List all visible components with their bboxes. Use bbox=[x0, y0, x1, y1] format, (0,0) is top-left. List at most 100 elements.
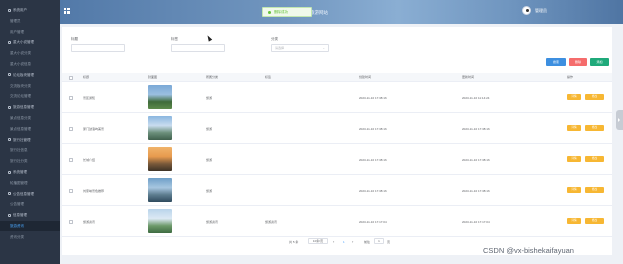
category-placeholder: 请选择 bbox=[275, 46, 285, 50]
edit-button[interactable]: 修改 bbox=[585, 156, 604, 162]
cover-image bbox=[148, 116, 172, 140]
title-filter-input[interactable] bbox=[71, 44, 125, 52]
sidebar-item-label: 景点信息管理 bbox=[10, 126, 31, 131]
sidebar-item[interactable]: 系统管理 bbox=[0, 167, 60, 177]
row-checkbox[interactable] bbox=[69, 95, 73, 100]
row-updated: 2023-11-10 17:17:04 bbox=[462, 220, 490, 224]
sidebar-item-label: 轮播图管理 bbox=[10, 180, 28, 185]
next-page-icon[interactable]: › bbox=[352, 239, 353, 244]
sidebar-item[interactable]: 旅行社管理 bbox=[0, 135, 60, 145]
sidebar-item[interactable]: 公告信息管理 bbox=[0, 189, 60, 199]
detail-button[interactable]: 详情 bbox=[567, 125, 581, 131]
sidebar-item-label: 资讯分类 bbox=[10, 234, 24, 239]
sidebar-item[interactable]: 管理员 bbox=[0, 16, 60, 26]
row-category: 旅游资讯 bbox=[206, 220, 219, 224]
sidebar-item[interactable]: 交流论坛管理 bbox=[0, 91, 60, 101]
success-toast: 删除成功 bbox=[262, 7, 312, 17]
row-category: 旅游 bbox=[206, 96, 213, 100]
avatar[interactable] bbox=[522, 6, 531, 15]
row-title: 长城介绍 bbox=[83, 158, 96, 162]
detail-button[interactable]: 详情 bbox=[567, 218, 581, 224]
row-checkbox[interactable] bbox=[69, 157, 73, 162]
column-tag[interactable]: 标签 bbox=[265, 73, 271, 82]
collapse-tab-icon[interactable] bbox=[616, 110, 623, 130]
watermark: CSDN @vx-bishekaifayuan bbox=[483, 246, 574, 255]
delete-button[interactable]: 删除 bbox=[569, 58, 587, 66]
menu-group-icon bbox=[8, 73, 11, 77]
sidebar-item-label: 交流论坛管理 bbox=[10, 94, 31, 99]
menu-group-icon bbox=[8, 213, 11, 217]
column-category[interactable]: 所属分类 bbox=[206, 73, 218, 82]
menu-group-icon bbox=[8, 105, 11, 109]
username[interactable]: 管理员 bbox=[535, 8, 547, 14]
row-updated: 2023-11-10 17:38:16 bbox=[462, 189, 490, 193]
menu-toggle-icon[interactable] bbox=[64, 8, 70, 14]
sidebar-item-label: 交流板块分类 bbox=[10, 83, 31, 88]
sidebar-item-label: 系统管理 bbox=[13, 170, 27, 174]
row-updated: 2023-11-10 11:14:24 bbox=[462, 96, 490, 100]
menu-group-icon bbox=[8, 40, 11, 44]
page-size-select[interactable]: 10条/页 bbox=[308, 238, 328, 244]
row-created: 2023-11-10 17:38:16 bbox=[359, 127, 387, 131]
detail-button[interactable]: 详情 bbox=[567, 156, 581, 162]
column-updated[interactable]: 更新时间 bbox=[462, 73, 474, 82]
sidebar-item[interactable]: 旅行社信息 bbox=[0, 145, 60, 155]
column-title[interactable]: 标题 bbox=[83, 73, 89, 82]
prev-page-icon[interactable]: ‹ bbox=[333, 239, 334, 244]
page-suffix: 页 bbox=[387, 240, 391, 244]
edit-button[interactable]: 修改 bbox=[585, 218, 604, 224]
column-created[interactable]: 创建时间 bbox=[359, 73, 371, 82]
sidebar-item[interactable]: 景点信息分类 bbox=[0, 113, 60, 123]
success-icon bbox=[268, 10, 271, 14]
sidebar-item[interactable]: 景点信息管理 bbox=[0, 124, 60, 134]
sidebar-item[interactable]: 旅游信息管理 bbox=[0, 102, 60, 112]
row-checkbox[interactable] bbox=[69, 126, 73, 131]
menu-group-icon bbox=[8, 8, 11, 12]
sidebar-item[interactable]: 轮播图管理 bbox=[0, 178, 60, 188]
add-button[interactable]: 添加 bbox=[590, 58, 609, 66]
sidebar-item-label: 旅行社信息 bbox=[10, 148, 28, 153]
sidebar-item[interactable]: 信息管理 bbox=[0, 210, 60, 220]
toast-text: 删除成功 bbox=[274, 10, 288, 14]
detail-button[interactable]: 详情 bbox=[567, 94, 581, 100]
sidebar-item-label: 旅行社管理 bbox=[13, 137, 31, 142]
edit-button[interactable]: 修改 bbox=[585, 187, 604, 193]
current-page[interactable]: 1 bbox=[343, 240, 345, 244]
table-row: 厦门鼓浪屿美景 旅游 2023-11-10 17:38:16 2023-11-10 1… bbox=[62, 113, 612, 144]
site-title: 旅游网站 bbox=[310, 10, 328, 15]
sidebar-item[interactable]: 公告管理 bbox=[0, 199, 60, 209]
sidebar-item-label: 重大小说信息 bbox=[10, 62, 31, 66]
table-row: 长城介绍 旅游 2023-11-10 17:38:16 2023-11-10 17:3… bbox=[62, 144, 612, 175]
detail-button[interactable]: 详情 bbox=[567, 187, 581, 193]
sidebar-item[interactable]: 重大小说管理 bbox=[0, 37, 60, 47]
sidebar-item-label: 重大小说分类 bbox=[10, 51, 31, 56]
category-filter-select[interactable]: 请选择 ⌄ bbox=[271, 44, 329, 52]
sidebar-item[interactable]: 重大小说信息 bbox=[0, 59, 60, 69]
sidebar-item[interactable]: 交流板块分类 bbox=[0, 81, 60, 91]
sidebar-item[interactable]: 资讯分类 bbox=[0, 232, 60, 242]
sidebar-item[interactable]: 用户管理 bbox=[0, 27, 60, 37]
row-checkbox[interactable] bbox=[69, 188, 73, 193]
chevron-down-icon: ⌄ bbox=[322, 46, 325, 50]
search-button[interactable]: 搜索 bbox=[546, 58, 566, 66]
row-checkbox[interactable] bbox=[69, 219, 73, 224]
sidebar-item[interactable]: 旅行社分类 bbox=[0, 156, 60, 166]
row-category: 旅游 bbox=[206, 158, 213, 162]
tag-filter-label: 标签 bbox=[171, 37, 178, 41]
goto-page-input[interactable]: 1 bbox=[374, 238, 384, 244]
select-all-checkbox[interactable] bbox=[69, 75, 73, 80]
row-title: 景区通知 bbox=[83, 96, 96, 100]
sidebar-item-label: 旅游资讯 bbox=[10, 224, 24, 228]
sidebar-item[interactable]: 旅游资讯 bbox=[0, 221, 60, 231]
sidebar-item[interactable]: 论坛板块管理 bbox=[0, 70, 60, 80]
sidebar-item-label: 景点信息分类 bbox=[10, 116, 31, 120]
row-created: 2023-11-10 17:17:04 bbox=[359, 220, 387, 224]
row-updated: 2023-11-10 17:38:16 bbox=[462, 158, 490, 162]
edit-button[interactable]: 修改 bbox=[585, 94, 604, 100]
edit-button[interactable]: 修改 bbox=[585, 125, 604, 131]
sidebar-item[interactable]: 系统用户 bbox=[0, 5, 60, 15]
tag-filter-input[interactable] bbox=[171, 44, 225, 52]
cover-image bbox=[148, 85, 172, 109]
menu-group-icon bbox=[8, 170, 11, 174]
sidebar-item[interactable]: 重大小说分类 bbox=[0, 48, 60, 58]
